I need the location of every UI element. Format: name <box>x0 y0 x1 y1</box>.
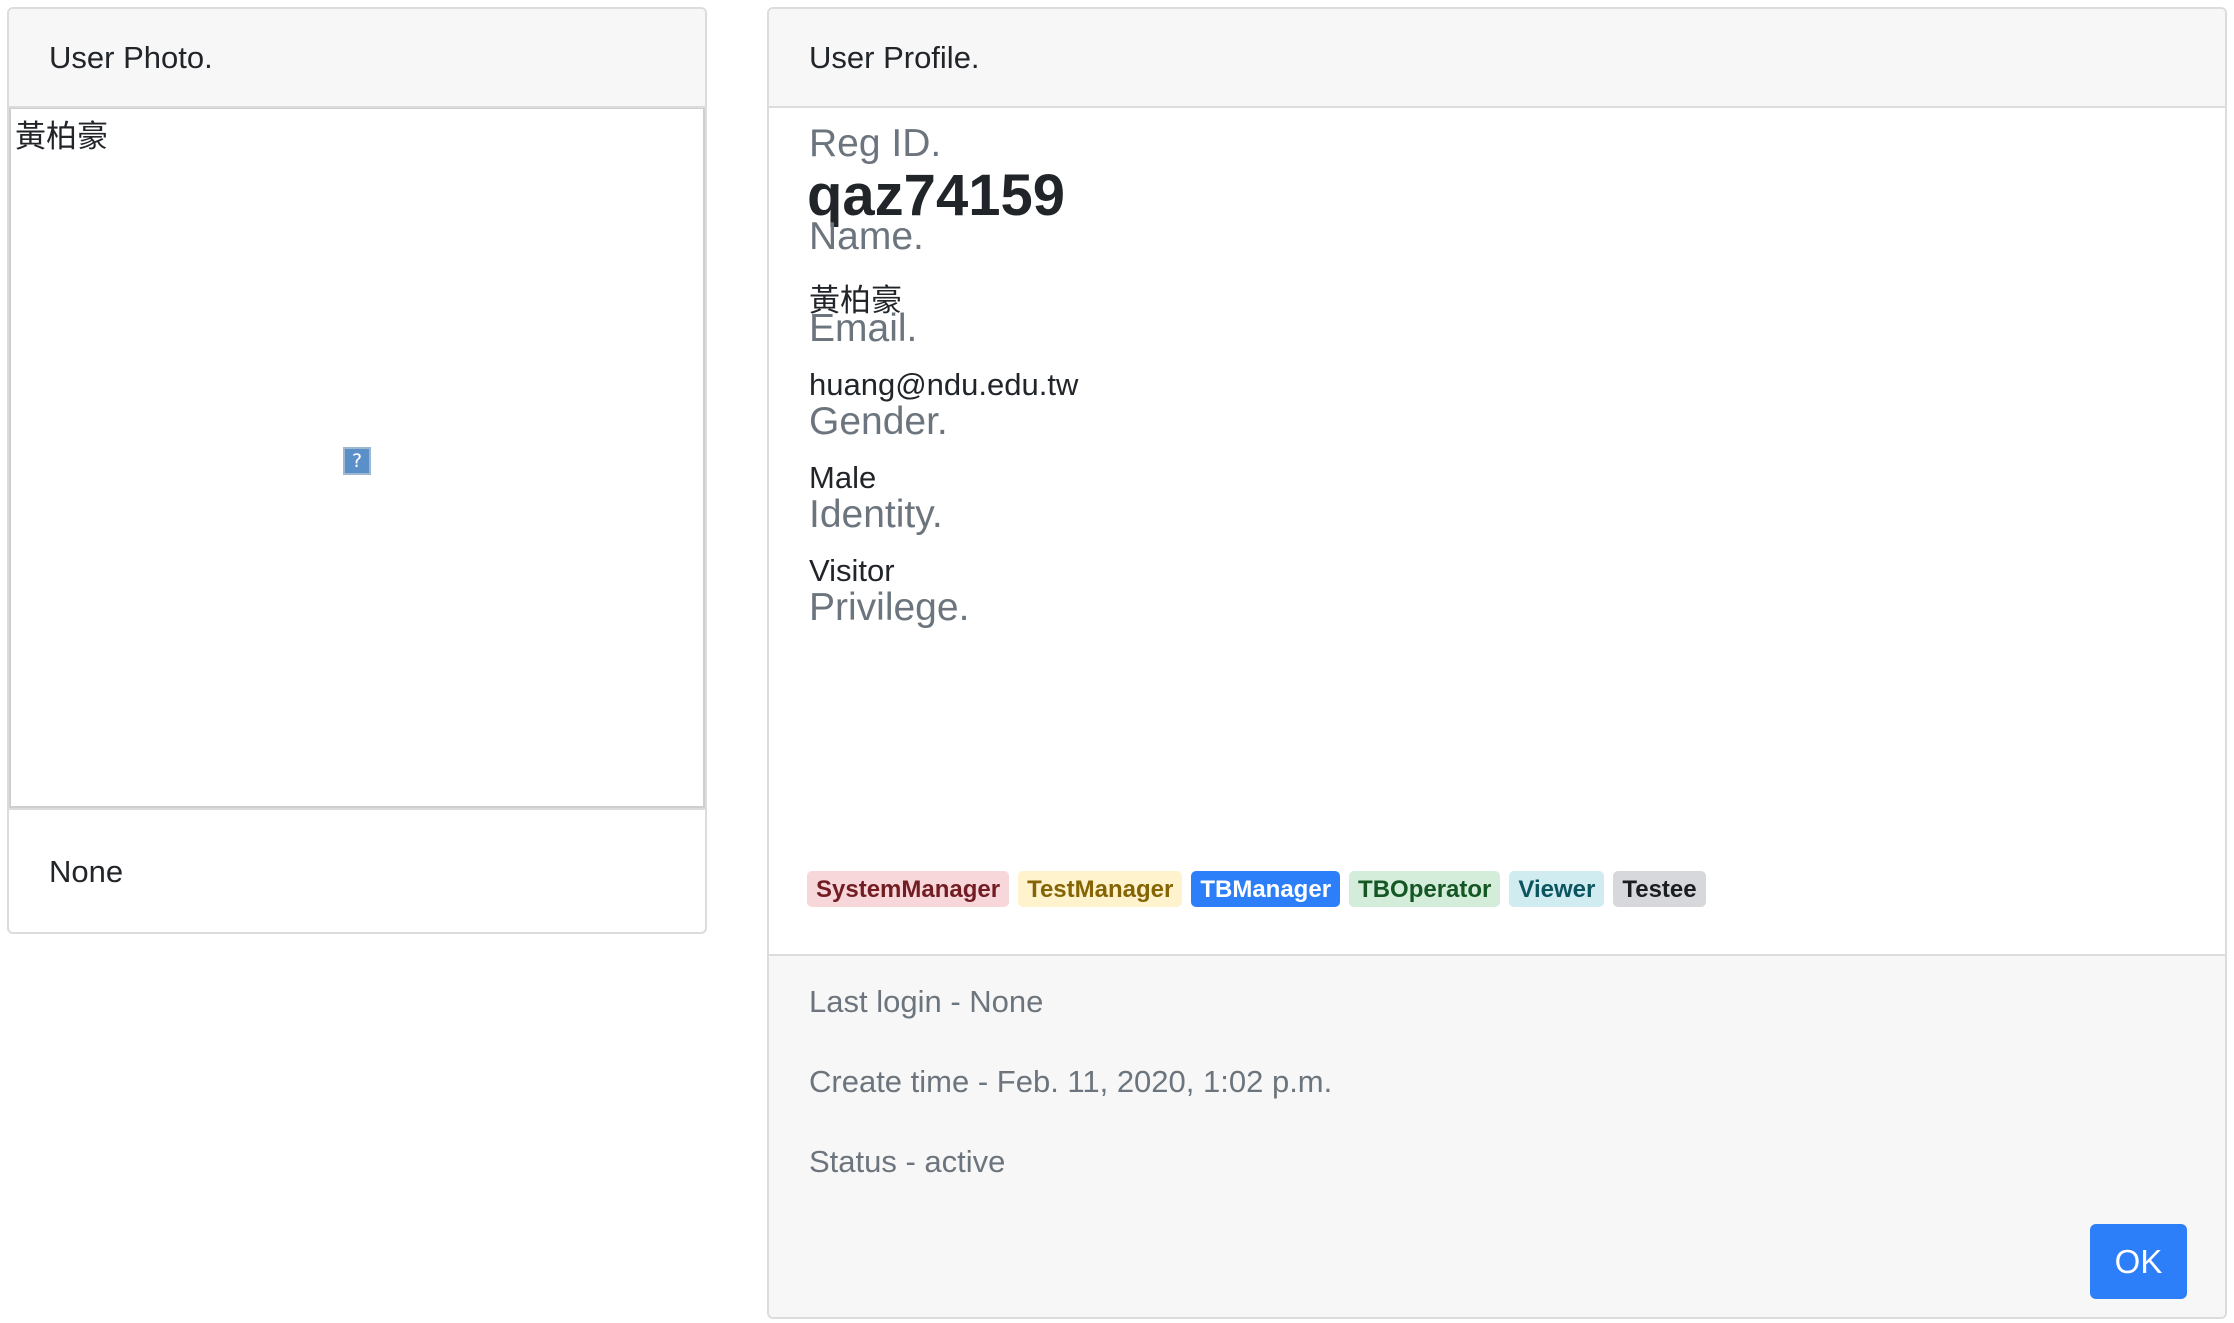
user-photo-image: 黃柏豪 ? <box>9 108 705 808</box>
privilege-label: Privilege. <box>809 586 970 629</box>
create-time-text: Create time - Feb. 11, 2020, 1:02 p.m. <box>809 1064 1333 1099</box>
reg-id-label: Reg ID. <box>809 122 942 165</box>
user-photo-header: User Photo. <box>9 9 705 108</box>
email-label: Email. <box>809 307 918 350</box>
privilege-badge-systemmanager: SystemManager <box>807 871 1010 907</box>
privilege-badge-row: SystemManager TestManager TBManager TBOp… <box>807 871 1706 907</box>
user-profile-footer: Last login - None Create time - Feb. 11,… <box>769 954 2225 1317</box>
last-login-text: Last login - None <box>809 984 1044 1019</box>
privilege-badge-tbmanager: TBManager <box>1191 871 1341 907</box>
gender-value: Male <box>809 460 877 495</box>
user-photo-card: User Photo. 黃柏豪 ? None <box>7 7 707 934</box>
privilege-badge-tboperator: TBOperator <box>1349 871 1501 907</box>
photo-alt-text: 黃柏豪 <box>15 119 108 154</box>
user-profile-card: User Profile. Reg ID. qaz74159 Name. 黃柏豪… <box>767 7 2227 1319</box>
user-photo-footer: None <box>9 808 705 932</box>
name-label: Name. <box>809 215 924 258</box>
status-text: Status - active <box>809 1144 1006 1179</box>
privilege-badge-testee: Testee <box>1613 871 1706 907</box>
user-profile-body: Reg ID. qaz74159 Name. 黃柏豪 Email. huang@… <box>769 108 2225 958</box>
broken-image-icon: ? <box>343 447 371 475</box>
privilege-badge-viewer: Viewer <box>1509 871 1605 907</box>
email-value: huang@ndu.edu.tw <box>809 367 1079 402</box>
identity-value: Visitor <box>809 553 895 588</box>
identity-label: Identity. <box>809 493 943 536</box>
ok-button[interactable]: OK <box>2090 1224 2187 1299</box>
gender-label: Gender. <box>809 400 948 443</box>
privilege-badge-testmanager: TestManager <box>1018 871 1183 907</box>
user-profile-header: User Profile. <box>769 9 2225 108</box>
